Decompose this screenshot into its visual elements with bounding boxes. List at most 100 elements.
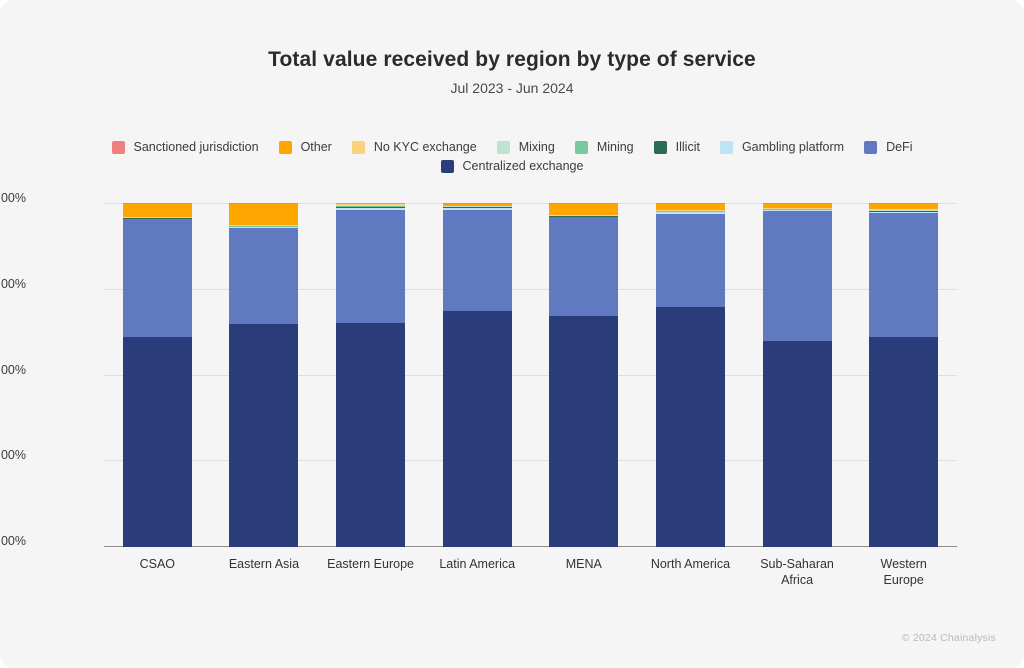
legend-swatch-icon — [574, 140, 588, 154]
legend-swatch-icon — [351, 140, 365, 154]
bar-stack — [549, 203, 619, 547]
bar-segment-mixing[interactable] — [869, 209, 939, 211]
bar-segment-other[interactable] — [336, 203, 406, 205]
copyright-credit: © 2024 Chainalysis — [901, 632, 996, 644]
bar-segment-sanctioned-jurisdiction[interactable] — [869, 203, 939, 205]
bar-segment-mixing[interactable] — [336, 205, 406, 207]
x-axis-tick-label: MENA — [531, 556, 638, 572]
bar-segment-defi[interactable] — [229, 228, 299, 325]
bar-segment-defi[interactable] — [655, 213, 725, 307]
bar-segment-centralized-exchange[interactable] — [655, 306, 725, 547]
bar-segment-sanctioned-jurisdiction[interactable] — [442, 203, 512, 205]
x-axis-tick-label-line: Eastern Europe — [327, 557, 414, 571]
legend-item-illicit[interactable]: Illicit — [653, 140, 700, 154]
legend-item-label: Centralized exchange — [462, 159, 584, 173]
x-axis-tick-label: Eastern Asia — [211, 556, 318, 572]
bar-segment-centralized-exchange[interactable] — [869, 337, 939, 547]
legend-item-centralized-exchange[interactable]: Centralized exchange — [440, 159, 584, 173]
bar-stack — [762, 203, 832, 547]
chart-card: Total value received by region by type o… — [0, 0, 1024, 668]
bar-stack — [442, 203, 512, 547]
bar-segment-sanctioned-jurisdiction[interactable] — [655, 203, 725, 205]
legend-item-label: DeFi — [886, 140, 913, 154]
bar-segment-gambling-platform[interactable] — [762, 210, 832, 212]
x-axis-tick-label-line: CSAO — [139, 557, 176, 571]
x-axis-tick-label: Western Europe — [850, 556, 957, 588]
legend-item-mixing[interactable]: Mixing — [496, 140, 555, 154]
bar-segment-centralized-exchange[interactable] — [336, 323, 406, 547]
bar-segment-gambling-platform[interactable] — [869, 211, 939, 214]
x-axis-tick-label-line: Africa — [781, 573, 814, 587]
bar-segment-other[interactable] — [549, 204, 619, 216]
bar-segment-gambling-platform[interactable] — [442, 207, 512, 210]
bar-segment-other[interactable] — [122, 204, 192, 218]
x-axis-tick-label-line: Sub-Saharan — [760, 557, 834, 571]
chart-legend: Sanctioned jurisdiction Other No KYC excha… — [70, 140, 954, 178]
bar-segment-gambling-platform[interactable] — [655, 212, 725, 214]
bar-group[interactable] — [549, 203, 619, 547]
bar-segment-gambling-platform[interactable] — [336, 207, 406, 210]
plot-area: 0.00% 25.00% 50.00% 75.00% 100.00% CSAO Easte… — [0, 191, 957, 587]
legend-swatch-icon — [864, 140, 878, 154]
bar-stack — [869, 203, 939, 547]
x-axis-tick-label-line: Eastern Asia — [228, 557, 300, 571]
legend-item-label: Mining — [596, 140, 634, 154]
bar-segment-other[interactable] — [442, 204, 512, 206]
x-axis-tick-label: Sub-Saharan Africa — [744, 556, 851, 588]
legend-item-label: Other — [300, 140, 332, 154]
bar-group[interactable] — [122, 203, 192, 547]
bar-group[interactable] — [442, 203, 512, 547]
x-axis-tick-label-line: Latin America — [439, 557, 516, 571]
bar-stack — [336, 203, 406, 547]
bar-segment-defi[interactable] — [122, 219, 192, 338]
bar-segment-other[interactable] — [762, 204, 832, 209]
bar-segment-other[interactable] — [655, 204, 725, 211]
legend-swatch-icon — [496, 140, 510, 154]
chart-title: Total value received by region by type o… — [268, 48, 756, 71]
bar-group[interactable] — [762, 203, 832, 547]
legend-item-defi[interactable]: DeFi — [864, 140, 912, 154]
bar-group[interactable] — [336, 203, 406, 547]
bar-stack — [655, 203, 725, 547]
y-axis-tick-label: 25.00% — [0, 448, 26, 463]
bar-group[interactable] — [869, 203, 939, 547]
bar-segment-gambling-platform[interactable] — [229, 227, 299, 229]
legend-item-other[interactable]: Other — [278, 140, 332, 154]
y-axis-tick-label: 100.00% — [0, 191, 26, 205]
legend-item-label: Sanctioned jurisdiction — [133, 140, 259, 154]
bar-segment-other[interactable] — [869, 204, 939, 210]
x-axis-tick-label: CSAO — [104, 556, 211, 572]
bar-segment-sanctioned-jurisdiction[interactable] — [549, 203, 619, 205]
legend-item-label: Mixing — [518, 140, 555, 154]
bar-segment-no-kyc-exchange[interactable] — [336, 204, 406, 206]
bar-group[interactable] — [229, 203, 299, 547]
legend-item-sanctioned-jurisdiction[interactable]: Sanctioned jurisdiction — [111, 140, 259, 154]
bar-segment-gambling-platform[interactable] — [122, 218, 192, 220]
bar-segment-centralized-exchange[interactable] — [549, 316, 619, 547]
legend-swatch-icon — [278, 140, 292, 154]
bar-segment-centralized-exchange[interactable] — [762, 340, 832, 547]
legend-swatch-icon — [440, 159, 454, 173]
legend-item-no-kyc-exchange[interactable]: No KYC exchange — [351, 140, 477, 154]
x-axis-tick-label-line: MENA — [565, 557, 602, 571]
legend-item-gambling-platform[interactable]: Gambling platform — [719, 140, 844, 154]
bar-segment-other[interactable] — [229, 204, 299, 226]
bar-segment-sanctioned-jurisdiction[interactable] — [122, 203, 192, 205]
bar-segment-sanctioned-jurisdiction[interactable] — [229, 203, 299, 205]
bar-segment-defi[interactable] — [442, 209, 512, 312]
bar-segment-defi[interactable] — [336, 209, 406, 324]
bar-segment-centralized-exchange[interactable] — [229, 324, 299, 547]
bar-segment-centralized-exchange[interactable] — [122, 337, 192, 547]
x-axis-tick-label-line: Western — [880, 557, 927, 571]
x-axis-tick-label: North America — [637, 556, 744, 572]
bar-segment-defi[interactable] — [549, 217, 619, 317]
bar-group[interactable] — [655, 203, 725, 547]
legend-swatch-icon — [719, 140, 733, 154]
bar-segment-defi[interactable] — [762, 211, 832, 341]
bar-segment-centralized-exchange[interactable] — [442, 311, 512, 547]
bar-segment-defi[interactable] — [869, 213, 939, 338]
bar-stack — [229, 203, 299, 547]
legend-item-mining[interactable]: Mining — [574, 140, 634, 154]
bar-segment-mining[interactable] — [336, 206, 406, 208]
bar-segment-sanctioned-jurisdiction[interactable] — [762, 203, 832, 205]
